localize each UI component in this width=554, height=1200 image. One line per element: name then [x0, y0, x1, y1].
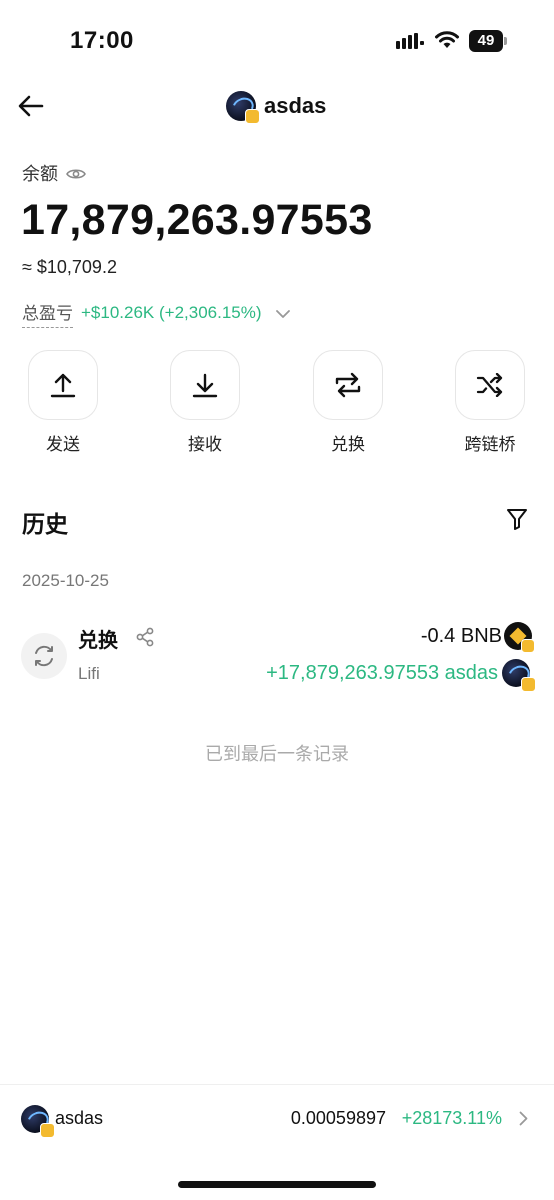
transaction-in-amount: +17,879,263.97553 asdas: [266, 662, 498, 684]
asdas-token-logo: [21, 1105, 55, 1138]
status-time: 17:00: [70, 27, 134, 54]
back-arrow-icon[interactable]: [16, 92, 48, 120]
bridge-label: 跨链桥: [464, 435, 516, 454]
shuffle-icon: [476, 373, 503, 397]
swap-icon: [335, 372, 361, 398]
transaction-out-amount: -0.4 BNB: [420, 625, 502, 647]
bnb-chain-badge-icon: [521, 677, 536, 692]
bnb-token-logo: [504, 622, 535, 653]
filter-icon[interactable]: [506, 508, 528, 530]
wifi-icon: [435, 31, 459, 48]
receive-button[interactable]: 接收: [160, 350, 250, 455]
transaction-type: 兑换: [78, 630, 118, 652]
bnb-chain-badge-icon: [245, 109, 260, 124]
pnl-value: +$10.26K (+2,306.15%): [81, 303, 262, 322]
send-label: 发送: [46, 435, 80, 454]
footer-price-change: +28173.11%: [401, 1108, 502, 1128]
download-arrow-icon: [192, 373, 218, 398]
eye-icon[interactable]: [66, 167, 86, 181]
balance-amount: 17,879,263.97553: [21, 196, 373, 244]
send-button[interactable]: 发送: [18, 350, 108, 455]
total-pnl-row[interactable]: 总盈亏 +$10.26K (+2,306.15%): [22, 299, 290, 328]
bridge-button[interactable]: 跨链桥: [445, 350, 535, 455]
asdas-token-logo: [226, 91, 260, 124]
balance-label: 余额: [22, 164, 58, 184]
status-bar: 17:00 49: [0, 0, 554, 80]
nav-bar: asdas: [0, 80, 554, 132]
balance-label-row: 余额: [22, 160, 86, 186]
chevron-down-icon[interactable]: [275, 309, 290, 319]
asdas-token-logo: [502, 659, 536, 692]
receive-label: 接收: [188, 435, 222, 454]
token-price-footer[interactable]: asdas 0.00059897 +28173.11%: [0, 1084, 554, 1154]
cellular-signal-icon: [396, 33, 424, 49]
footer-token-name: asdas: [55, 1108, 104, 1128]
transaction-provider: Lifi: [78, 664, 100, 683]
transaction-row[interactable]: 兑换 Lifi -0.4 BNB +17,879,263.97553 asdas: [0, 615, 554, 695]
battery-icon: 49: [469, 30, 507, 52]
page-title: asdas: [264, 93, 327, 118]
balance-usd-value: ≈ $10,709.2: [22, 257, 117, 277]
upload-arrow-icon: [50, 373, 76, 398]
chevron-right-icon[interactable]: [519, 1111, 528, 1126]
nav-token-header: asdas: [226, 90, 327, 124]
share-icon[interactable]: [135, 627, 155, 647]
footer-token-price: 0.00059897: [290, 1108, 386, 1128]
battery-level: 49: [469, 30, 503, 52]
home-indicator: [178, 1181, 376, 1188]
end-of-list-text: 已到最后一条记录: [205, 744, 349, 764]
swap-label: 兑换: [331, 435, 365, 454]
bnb-chain-badge-icon: [521, 639, 535, 653]
swap-circle-icon: [21, 633, 67, 679]
history-date: 2025-10-25: [22, 571, 109, 590]
bnb-chain-badge-icon: [40, 1123, 55, 1138]
action-buttons: 发送 接收 兑换 跨链桥: [0, 350, 554, 460]
pnl-label: 总盈亏: [22, 299, 73, 328]
swap-button[interactable]: 兑换: [303, 350, 393, 455]
history-title: 历史: [22, 511, 68, 537]
